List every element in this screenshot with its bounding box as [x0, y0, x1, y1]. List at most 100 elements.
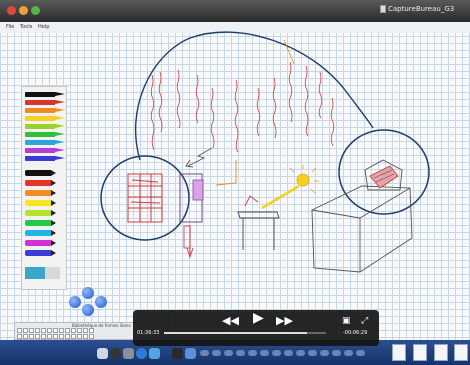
keyboard-key[interactable] [77, 328, 82, 333]
keyboard-key[interactable] [47, 328, 52, 333]
nav-down-button[interactable] [82, 304, 94, 316]
marker-tool[interactable] [25, 200, 51, 206]
pencil-tip [55, 132, 65, 136]
nav-up-button[interactable] [82, 287, 94, 299]
tool-strip-item[interactable] [236, 350, 245, 356]
globe-icon[interactable] [136, 348, 147, 359]
keyboard-key[interactable] [35, 334, 40, 339]
pencil-tool[interactable] [25, 116, 55, 121]
marker-tool[interactable] [25, 190, 51, 196]
pencil-tool[interactable] [25, 124, 55, 129]
keyboard-key[interactable] [65, 328, 70, 333]
tool-strip-item[interactable] [332, 350, 341, 356]
menu-tools[interactable]: Tools [20, 24, 32, 30]
pencil-tool[interactable] [25, 156, 55, 161]
pencil-tool[interactable] [25, 132, 55, 137]
menu-help[interactable]: Help [38, 24, 49, 30]
keyboard-key[interactable] [83, 328, 88, 333]
tool-strip-item[interactable] [320, 350, 329, 356]
keyboard-key[interactable] [59, 334, 64, 339]
pencil-tip [55, 100, 65, 104]
keyboard-key[interactable] [65, 334, 70, 339]
minimize-window-button[interactable] [19, 6, 28, 15]
marker-tool[interactable] [25, 180, 51, 186]
screen-icon[interactable] [172, 348, 183, 359]
page-thumbnail[interactable] [413, 344, 427, 361]
keyboard-key[interactable] [71, 328, 76, 333]
fullscreen-button[interactable]: ⤢ [361, 316, 368, 327]
page-thumbnail[interactable] [392, 344, 406, 361]
pencil-tip [55, 156, 65, 160]
pencil-tip [55, 116, 65, 120]
tool-strip-item[interactable] [212, 350, 221, 356]
zoom-window-button[interactable] [31, 6, 40, 15]
menu-file[interactable]: File [6, 24, 14, 30]
pencil-tool[interactable] [25, 108, 55, 113]
tool-strip-item[interactable] [260, 350, 269, 356]
keyboard-key[interactable] [29, 334, 34, 339]
keyboard-key[interactable] [41, 334, 46, 339]
fast-forward-icon: ▶▶ [276, 314, 293, 327]
tool-strip-item[interactable] [224, 350, 233, 356]
marker-tip [51, 170, 56, 176]
close-window-button[interactable] [7, 6, 16, 15]
keyboard-key[interactable] [23, 328, 28, 333]
tool-strip-item[interactable] [248, 350, 257, 356]
tool-strip-item[interactable] [356, 350, 365, 356]
settings-icon[interactable] [123, 348, 134, 359]
keyboard-key[interactable] [53, 334, 58, 339]
pointer-icon[interactable] [185, 348, 196, 359]
camera-icon[interactable] [110, 348, 121, 359]
pencil-tip [55, 140, 65, 144]
keyboard-key[interactable] [17, 328, 22, 333]
page-thumbnail[interactable] [434, 344, 448, 361]
keyboard-key[interactable] [89, 328, 94, 333]
marker-tool[interactable] [25, 170, 51, 176]
fill-color-swatch[interactable] [25, 267, 45, 279]
nav-left-button[interactable] [69, 296, 81, 308]
keyboard-key[interactable] [23, 334, 28, 339]
pencil-tool[interactable] [25, 100, 55, 105]
keyboard-key[interactable] [71, 334, 76, 339]
keyboard-key[interactable] [59, 328, 64, 333]
marker-tool[interactable] [25, 250, 51, 256]
tool-strip-item[interactable] [296, 350, 305, 356]
pencil-tool[interactable] [25, 92, 55, 97]
marker-tool[interactable] [25, 220, 51, 226]
tool-icon[interactable] [97, 348, 108, 359]
tool-strip-item[interactable] [344, 350, 353, 356]
page-thumbnail[interactable] [454, 344, 468, 361]
tool-strip-item[interactable] [284, 350, 293, 356]
window-title: CaptureBureau_G3 [388, 5, 455, 13]
keyboard-key[interactable] [77, 334, 82, 339]
tool-strip-item[interactable] [200, 350, 209, 356]
menu-bar [0, 22, 470, 33]
play-button[interactable]: ▶ [253, 310, 264, 326]
fast-forward-button[interactable]: ▶▶ [276, 315, 293, 326]
playback-progress-bar[interactable] [164, 332, 326, 334]
rewind-button[interactable]: ◀◀ [222, 315, 239, 326]
keyboard-key[interactable] [17, 334, 22, 339]
keyboard-key[interactable] [29, 328, 34, 333]
marker-tool[interactable] [25, 230, 51, 236]
keyboard-key[interactable] [47, 334, 52, 339]
keyboard-key[interactable] [53, 328, 58, 333]
window-icon[interactable] [149, 348, 160, 359]
marker-tip [51, 230, 56, 236]
keyboard-key[interactable] [89, 334, 94, 339]
play-icon: ▶ [253, 310, 264, 326]
keyboard-key[interactable] [83, 334, 88, 339]
whiteboard-canvas[interactable] [0, 22, 470, 340]
keyboard-key[interactable] [35, 328, 40, 333]
marker-tip [51, 220, 56, 226]
tool-strip-item[interactable] [272, 350, 281, 356]
caption-button[interactable]: ▣ [342, 316, 351, 327]
nav-right-button[interactable] [95, 296, 107, 308]
tool-strip-item[interactable] [308, 350, 317, 356]
marker-tool[interactable] [25, 210, 51, 216]
eraser-swatch[interactable] [45, 267, 60, 279]
marker-tool[interactable] [25, 240, 51, 246]
keyboard-key[interactable] [41, 328, 46, 333]
pencil-tool[interactable] [25, 140, 55, 145]
pencil-tool[interactable] [25, 148, 55, 153]
